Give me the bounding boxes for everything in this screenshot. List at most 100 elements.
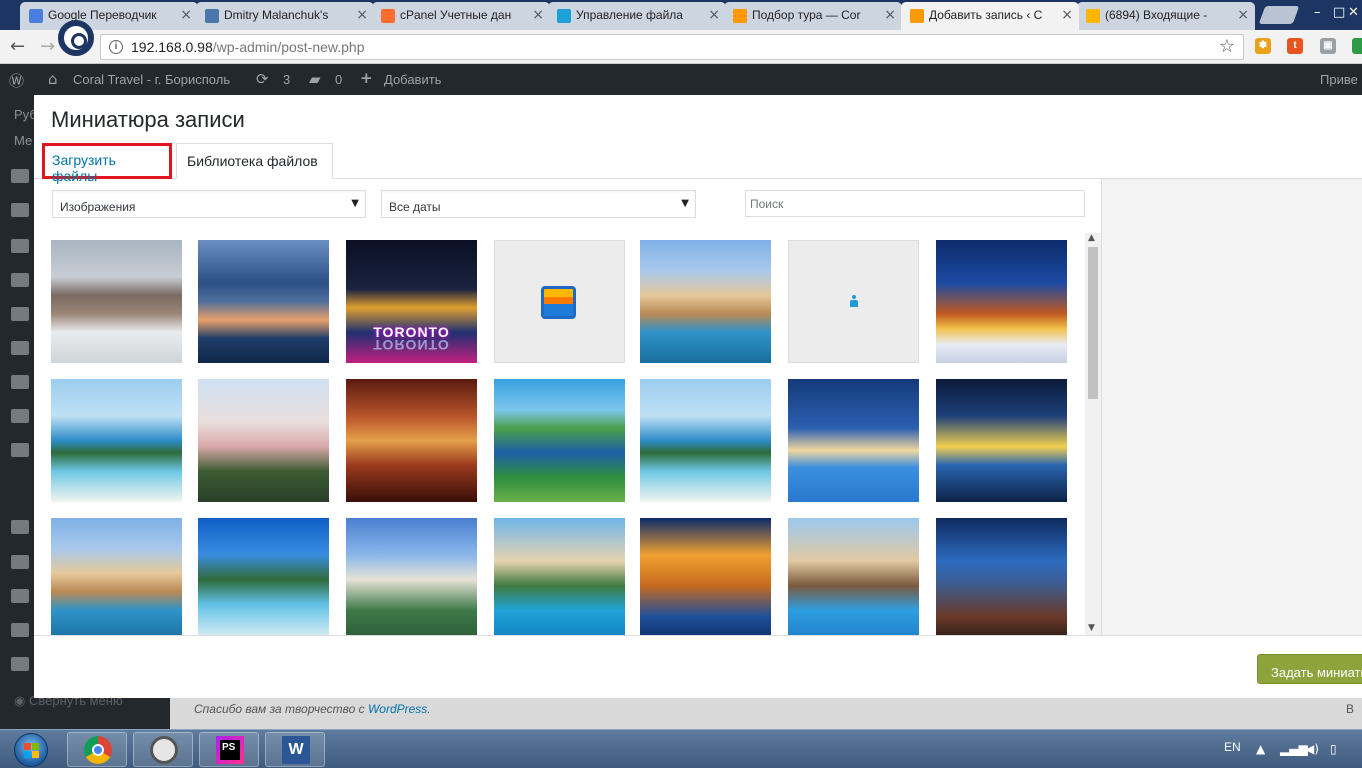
attachment-thumbnail-hotel-pool-1[interactable] (494, 518, 625, 635)
address-bar[interactable]: i 192.168.0.98/wp-admin/post-new.php ☆ (100, 34, 1244, 60)
attachment-thumbnail-maldives-1[interactable] (51, 379, 182, 502)
thumbnail-text-reflection: TORONTO (373, 337, 450, 353)
new-tab-button[interactable] (1258, 6, 1300, 24)
side-menu-icon[interactable] (11, 203, 29, 217)
side-menu-icon[interactable] (11, 169, 29, 183)
comments-icon[interactable]: ▰ (309, 70, 321, 88)
add-new-link[interactable]: Добавить (384, 72, 441, 87)
show-hidden-icons-icon[interactable]: ▲ (1256, 742, 1265, 756)
coral-favicon-icon (733, 9, 747, 23)
tab-upload-files[interactable]: Загрузить файлы (42, 143, 172, 184)
media-type-filter[interactable]: Изображения ▼ (52, 190, 366, 218)
attachment-thumbnail-vancouver-harbor[interactable] (198, 240, 329, 363)
attachment-thumbnail-ornate-facade[interactable] (346, 379, 477, 502)
home-icon[interactable]: ⌂ (48, 70, 58, 88)
taskbar-chrome[interactable] (67, 732, 127, 767)
browser-tab[interactable]: cPanel Учетные дан × (372, 2, 550, 30)
attachment-thumbnail-hotel-pool-2[interactable] (788, 518, 919, 635)
attachment-thumbnail-resort-pool-2[interactable] (51, 518, 182, 635)
comments-count[interactable]: 0 (335, 72, 342, 87)
greeting-text[interactable]: Приве (1320, 72, 1358, 87)
tab-close-icon[interactable]: × (532, 7, 544, 23)
wordpress-logo-icon[interactable]: Ⓦ (9, 70, 24, 91)
browser-tab[interactable]: Управление файла × (548, 2, 726, 30)
taskbar-camtasia[interactable] (133, 732, 193, 767)
scroll-thumb[interactable] (1088, 247, 1098, 399)
tab-close-icon[interactable]: × (708, 7, 720, 23)
bookmark-star-icon[interactable]: ☆ (1219, 36, 1235, 57)
browser-tab-title: cPanel Учетные дан (400, 8, 512, 22)
attachment-thumbnail-hotel-night[interactable] (640, 518, 771, 635)
side-menu-icon[interactable] (11, 555, 29, 569)
plus-icon[interactable]: + (360, 69, 373, 87)
attachment-thumbnail-night-pool[interactable] (788, 379, 919, 502)
side-menu-icon[interactable] (11, 657, 29, 671)
paw-extension-icon[interactable]: ✽ (1255, 38, 1271, 54)
browser-tab[interactable]: Добавить запись ‹ C × (901, 2, 1079, 30)
browser-tab[interactable]: Dmitry Malanchuk's × (196, 2, 374, 30)
attachment-thumbnail-blank-person[interactable] (788, 240, 919, 363)
browser-tab[interactable]: Подбор тура — Cor × (724, 2, 902, 30)
back-arrow-icon[interactable]: ← (10, 36, 25, 57)
attachment-thumbnail-golf-island[interactable] (494, 379, 625, 502)
attachment-thumbnail-coral-logo[interactable] (494, 240, 625, 363)
attachment-thumbnail-paris-terrace[interactable] (936, 518, 1067, 635)
wordpress-link[interactable]: WordPress (368, 702, 427, 716)
updates-icon[interactable]: ⟳ (256, 70, 269, 88)
side-menu-icon[interactable] (11, 239, 29, 253)
tab-close-icon[interactable]: × (356, 7, 368, 23)
scroll-down-arrow-icon[interactable]: ▼ (1088, 623, 1095, 633)
set-thumbnail-button[interactable]: Задать миниатюру (1257, 654, 1362, 684)
maximize-icon[interactable]: □ (1333, 5, 1345, 20)
t-extension-icon[interactable]: t (1287, 38, 1303, 54)
camtasia-icon (150, 736, 178, 764)
tab-close-icon[interactable]: × (180, 7, 192, 23)
attachment-thumbnail-palm-sunset[interactable] (936, 379, 1067, 502)
info-icon[interactable]: i (109, 40, 123, 54)
taskbar-phpstorm[interactable]: PS (199, 732, 259, 767)
updates-count[interactable]: 3 (283, 72, 290, 87)
date-filter[interactable]: Все даты ▼ (381, 190, 696, 218)
tab-close-icon[interactable]: × (1061, 7, 1073, 23)
browser-tab[interactable]: Google Переводчик × (20, 2, 198, 30)
extension-icon[interactable]: ▣ (1320, 38, 1336, 54)
attachments-grid: TORONTO TORONTO (51, 240, 1085, 635)
close-window-icon[interactable]: ✕ (1348, 5, 1359, 20)
attachment-thumbnail-resort-pool-1[interactable] (640, 240, 771, 363)
side-menu-icon[interactable] (11, 307, 29, 321)
attachment-thumbnail-toronto-night[interactable]: TORONTO TORONTO (346, 240, 477, 363)
side-menu-icon[interactable] (11, 589, 29, 603)
attachment-thumbnail-dubai-burj[interactable] (346, 518, 477, 635)
tab-media-library[interactable]: Библиотека файлов (176, 143, 333, 179)
side-menu-icon[interactable] (11, 341, 29, 355)
start-button[interactable] (6, 730, 56, 768)
volume-icon[interactable]: ◀) (1305, 742, 1319, 756)
site-name-link[interactable]: Coral Travel - г. Борисполь (73, 72, 230, 87)
side-menu-icon[interactable] (11, 520, 29, 534)
attachment-thumbnail-tropical-beach[interactable] (198, 518, 329, 635)
attachment-thumbnail-maldives-2[interactable] (640, 379, 771, 502)
taskbar-word[interactable]: W (265, 732, 325, 767)
side-menu-icon[interactable] (11, 409, 29, 423)
side-menu-icon[interactable] (11, 273, 29, 287)
tab-close-icon[interactable]: × (1237, 7, 1249, 23)
grid-scrollbar[interactable]: ▲ ▼ (1085, 233, 1101, 635)
forward-arrow-icon[interactable]: → (40, 36, 55, 57)
attachment-thumbnail-disney-castle[interactable] (198, 379, 329, 502)
modal-toolbar: Задать миниатюру (34, 635, 1362, 698)
side-menu-icon[interactable] (11, 623, 29, 637)
tab-close-icon[interactable]: × (884, 7, 896, 23)
network-icon[interactable]: ▂▄▆ (1280, 742, 1308, 756)
media-search-input[interactable] (745, 190, 1085, 217)
power-icon[interactable]: ▯ (1330, 742, 1337, 756)
cpanel-favicon-icon (381, 9, 395, 23)
attachment-thumbnail-winter-village[interactable] (936, 240, 1067, 363)
side-menu-icon[interactable] (11, 375, 29, 389)
attachment-thumbnail-waterfall-city[interactable] (51, 240, 182, 363)
side-menu-icon[interactable] (11, 443, 29, 457)
language-indicator[interactable]: EN (1224, 740, 1241, 754)
minimize-icon[interactable]: – (1314, 5, 1321, 20)
browser-tab[interactable]: (6894) Входящие - × (1077, 2, 1255, 30)
shield-extension-icon[interactable] (1352, 38, 1362, 54)
scroll-up-arrow-icon[interactable]: ▲ (1088, 233, 1095, 243)
